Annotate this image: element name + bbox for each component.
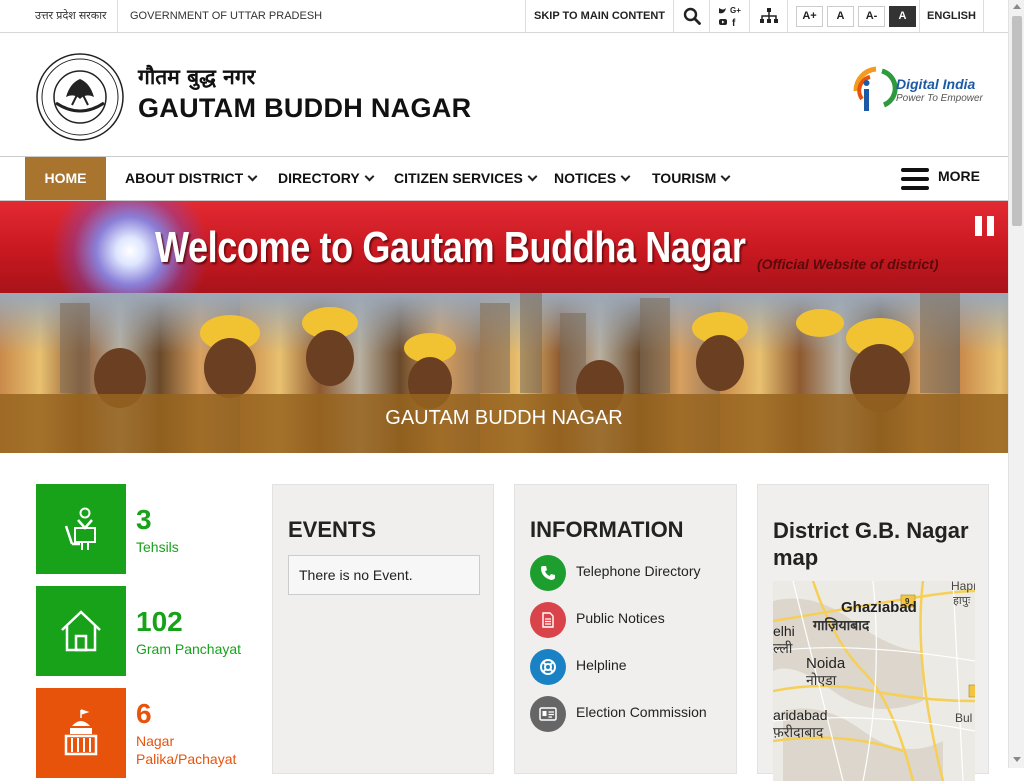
nav-more-button[interactable]: MORE xyxy=(901,157,991,200)
info-helpline-label: Helpline xyxy=(576,657,627,673)
search-icon xyxy=(683,7,701,25)
gov-hindi-link[interactable]: उत्तर प्रदेश सरकार xyxy=(25,0,118,32)
scroll-down-arrow[interactable] xyxy=(1013,757,1021,762)
site-title-english[interactable]: GAUTAM BUDDH NAGAR xyxy=(138,93,471,124)
social-media-button[interactable]: G+ f xyxy=(709,0,749,32)
information-title: INFORMATION xyxy=(530,517,684,542)
stat-panchayat-value: 102 xyxy=(136,606,183,637)
info-circle xyxy=(530,649,566,685)
nav-citizen-label: CITIZEN SERVICES xyxy=(394,170,523,186)
stat-nagar-palika-label: Nagar Palika/Pachayat xyxy=(136,733,237,767)
map-label-noida: Noida xyxy=(806,655,846,672)
site-title-hindi[interactable]: गौतम बुद्ध नगर xyxy=(138,63,255,91)
nav-citizen-services[interactable]: CITIZEN SERVICES xyxy=(394,157,538,200)
stat-tehsils-value: 3 xyxy=(136,504,152,535)
nav-more-label: MORE xyxy=(938,168,980,184)
search-button[interactable] xyxy=(673,0,709,32)
no-events-message: There is no Event. xyxy=(288,555,480,595)
map-label-hapur-hi: हापुः xyxy=(953,595,971,607)
banner-caption: GAUTAM BUDDH NAGAR xyxy=(0,394,1008,453)
id-card-icon xyxy=(539,707,557,721)
nav-directory-label: DIRECTORY xyxy=(278,170,360,186)
high-contrast-button[interactable]: A xyxy=(889,5,916,27)
nagar-palika-icon-box xyxy=(36,688,126,778)
top-utility-bar: उत्तर प्रदेश सरकार GOVERNMENT OF UTTAR P… xyxy=(0,0,1008,33)
district-map-card: District G.B. Nagar map Ghaziabad गाज़िय… xyxy=(757,484,989,781)
map-label-bul: Bul xyxy=(955,711,973,725)
font-size-controls: A+ A A- A xyxy=(787,0,920,32)
district-map[interactable]: Ghaziabad गाज़ियाबाद elhi ल्ली Noida नोए… xyxy=(773,581,975,781)
info-telephone-label: Telephone Directory xyxy=(576,563,701,579)
info-circle xyxy=(530,696,566,732)
stat-tehsils: 3 Tehsils xyxy=(36,484,256,574)
stat-tehsils-label: Tehsils xyxy=(136,539,179,555)
digital-india-tagline: Power To Empower xyxy=(896,93,983,104)
nav-tourism-label: TOURISM xyxy=(652,170,717,186)
site-header: गौतम बुद्ध नगर GAUTAM BUDDH NAGAR Digita… xyxy=(0,33,1008,157)
map-label-noida-hi: नोएडा xyxy=(806,672,837,688)
sitemap-icon xyxy=(759,8,778,23)
stat-gram-panchayat: 102 Gram Panchayat xyxy=(36,586,256,676)
nav-about-label: ABOUT DISTRICT xyxy=(125,170,244,186)
map-label-delhi: elhi xyxy=(773,623,795,639)
skip-to-content-link[interactable]: SKIP TO MAIN CONTENT xyxy=(525,0,673,32)
svg-text:f: f xyxy=(732,18,736,28)
gov-english-link[interactable]: GOVERNMENT OF UTTAR PRADESH xyxy=(130,0,322,32)
meeting-icon xyxy=(64,507,96,550)
digital-india-title: Digital India xyxy=(896,76,976,92)
font-increase-button[interactable]: A+ xyxy=(796,5,823,27)
stat-panchayat-label: Gram Panchayat xyxy=(136,641,242,657)
events-card: EVENTS There is no Event. xyxy=(272,484,494,774)
info-election-label: Election Commission xyxy=(576,704,707,720)
hamburger-icon xyxy=(901,168,929,190)
chevron-down-icon xyxy=(364,171,375,182)
map-label-faridabad-hi: फ़रीदाबाद xyxy=(773,724,824,740)
nav-notices-label: NOTICES xyxy=(554,170,617,186)
nav-home[interactable]: HOME xyxy=(25,157,106,200)
svg-text:G+: G+ xyxy=(730,6,741,15)
information-card: INFORMATION Telephone Directory Public N… xyxy=(514,484,737,774)
main-navigation: HOME ABOUT DISTRICT DIRECTORY CITIZEN SE… xyxy=(0,157,1008,201)
tehsil-icon-box xyxy=(36,484,126,574)
font-decrease-button[interactable]: A- xyxy=(858,5,885,27)
chevron-down-icon xyxy=(720,171,731,182)
building-icon xyxy=(64,709,98,756)
social-icons: G+ f xyxy=(718,6,741,28)
nav-directory[interactable]: DIRECTORY xyxy=(278,157,375,200)
map-label-ghaziabad-hi: गाज़ियाबाद xyxy=(813,617,870,633)
hero-banner: Welcome to Gautam Buddha Nagar (Official… xyxy=(0,201,1008,453)
stat-nagar-palika-value: 6 xyxy=(136,698,152,729)
info-circle xyxy=(530,602,566,638)
map-road-marker: 9 xyxy=(905,597,910,606)
banner-welcome-text: Welcome to Gautam Buddha Nagar xyxy=(155,223,746,272)
document-icon xyxy=(542,612,554,628)
nav-notices[interactable]: NOTICES xyxy=(554,157,631,200)
font-normal-button[interactable]: A xyxy=(827,5,854,27)
map-title: District G.B. Nagar map xyxy=(773,518,969,570)
scroll-up-arrow[interactable] xyxy=(1013,4,1021,9)
scrollbar-thumb[interactable] xyxy=(1012,16,1022,226)
slider-pause-button[interactable] xyxy=(975,216,995,236)
lifebuoy-icon xyxy=(540,659,556,675)
chevron-down-icon xyxy=(247,171,258,182)
info-circle xyxy=(530,555,566,591)
page-scrollbar[interactable] xyxy=(1008,0,1024,768)
info-public-notices-label: Public Notices xyxy=(576,610,665,626)
phone-icon xyxy=(541,566,555,580)
panchayat-icon-box xyxy=(36,586,126,676)
map-label-delhi-hi: ल्ली xyxy=(773,640,793,656)
map-label-hapur: Hapı xyxy=(951,581,975,593)
stat-nagar-palika: 6 Nagar Palika/Pachayat xyxy=(36,688,256,778)
map-label-faridabad: aridabad xyxy=(773,707,828,723)
nav-about-district[interactable]: ABOUT DISTRICT xyxy=(125,157,258,200)
banner-official-text: (Official Website of district) xyxy=(757,256,939,272)
nav-tourism[interactable]: TOURISM xyxy=(652,157,731,200)
house-icon xyxy=(61,610,101,652)
chevron-down-icon xyxy=(527,171,538,182)
chevron-down-icon xyxy=(620,171,631,182)
sitemap-button[interactable] xyxy=(749,0,787,32)
events-title: EVENTS xyxy=(288,517,377,542)
language-switch[interactable]: ENGLISH xyxy=(919,0,984,32)
up-emblem-logo[interactable] xyxy=(36,53,124,141)
